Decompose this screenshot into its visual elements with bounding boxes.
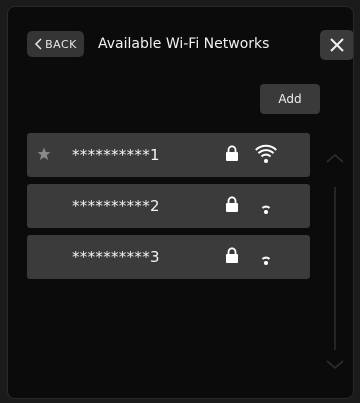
chevron-down-icon[interactable] (325, 359, 345, 371)
network-row-1[interactable]: **********1 (27, 133, 310, 177)
network-row-3[interactable]: **********3 (27, 235, 310, 279)
chevron-left-icon (35, 38, 42, 50)
back-button[interactable]: BACK (27, 31, 84, 57)
lock-icon (226, 145, 238, 161)
wifi-icon (261, 256, 271, 265)
star-icon (37, 147, 51, 160)
network-name: **********1 (72, 146, 160, 164)
lock-icon (226, 247, 238, 263)
add-network-button[interactable]: Add (260, 84, 320, 114)
chevron-up-icon[interactable] (325, 152, 345, 164)
lock-icon (226, 196, 238, 212)
network-row-2[interactable]: **********2 (27, 184, 310, 228)
network-name: **********3 (72, 248, 160, 266)
add-button-label: Add (278, 92, 302, 106)
scrollbar[interactable] (334, 187, 336, 350)
close-icon (330, 38, 344, 52)
wifi-icon (261, 205, 271, 214)
wifi-icon (255, 144, 277, 163)
page-title: Available Wi-Fi Networks (98, 36, 270, 52)
wifi-networks-screen: BACK Available Wi-Fi Networks Add ******… (7, 6, 354, 399)
back-button-label: BACK (45, 37, 77, 51)
network-name: **********2 (72, 197, 160, 215)
close-button[interactable] (320, 30, 353, 60)
